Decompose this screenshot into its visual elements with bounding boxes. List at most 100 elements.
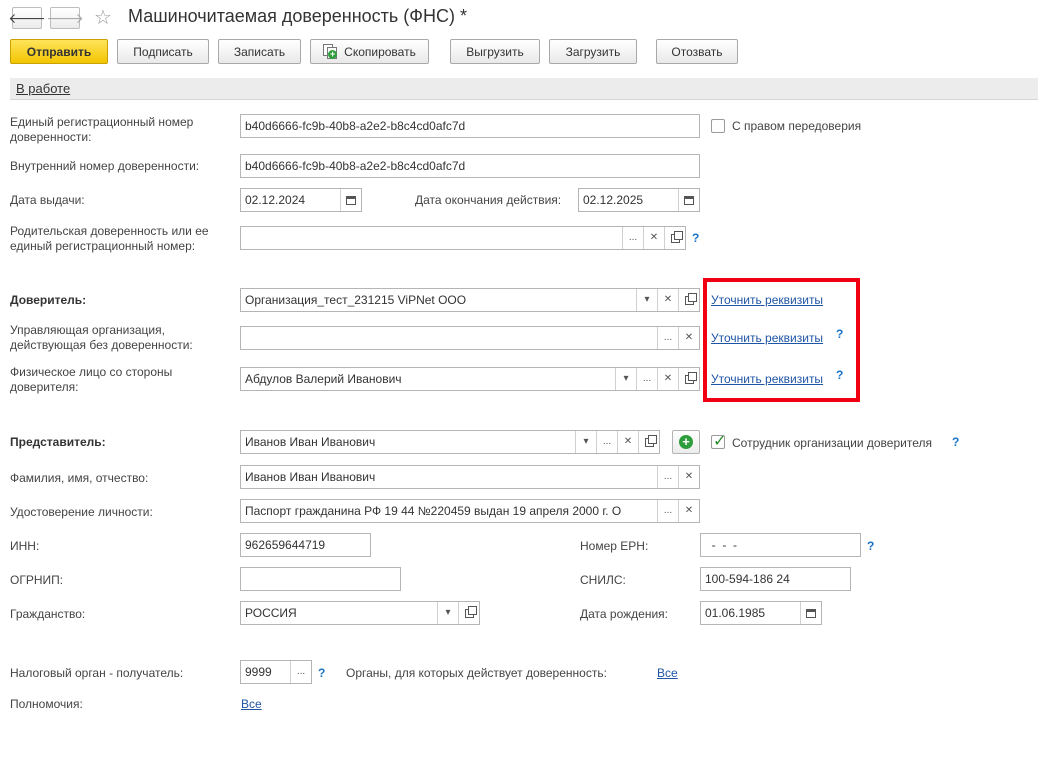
- copy-button[interactable]: + Скопировать: [310, 39, 429, 64]
- dropdown-button[interactable]: ▾: [575, 431, 596, 453]
- clear-icon: ✕: [684, 471, 694, 482]
- clear-button[interactable]: ✕: [657, 289, 678, 311]
- ern-field[interactable]: - - -: [700, 533, 861, 557]
- status-link[interactable]: В работе: [16, 81, 70, 96]
- managing-org-field[interactable]: ... ✕: [240, 326, 700, 350]
- import-button[interactable]: Загрузить: [549, 39, 637, 64]
- open-icon: [670, 230, 683, 243]
- clear-icon: ✕: [623, 436, 633, 447]
- dropdown-button[interactable]: ▾: [636, 289, 657, 311]
- calendar-button[interactable]: [340, 189, 361, 211]
- birth-date-field[interactable]: 01.06.1985: [700, 601, 822, 625]
- forward-arrow-icon: 🡒: [46, 9, 84, 26]
- issue-date-field[interactable]: 02.12.2024: [240, 188, 362, 212]
- inn-value: 962659644719: [245, 538, 326, 552]
- dropdown-button[interactable]: ▾: [437, 602, 458, 624]
- import-button-label: Загрузить: [565, 44, 621, 59]
- powers-link[interactable]: Все: [241, 697, 262, 711]
- revoke-button[interactable]: Отозвать: [656, 39, 738, 64]
- representative-field[interactable]: Иванов Иван Иванович ▾ ... ✕: [240, 430, 660, 454]
- redelegation-label: С правом передоверия: [732, 119, 862, 133]
- back-button[interactable]: 🡐: [8, 7, 46, 29]
- add-representative-button[interactable]: +: [672, 430, 700, 454]
- select-button[interactable]: ...: [596, 431, 617, 453]
- authorities-link[interactable]: Все: [657, 666, 678, 680]
- clear-button[interactable]: ✕: [657, 368, 678, 390]
- parent-field[interactable]: ... ✕: [240, 226, 686, 250]
- ogrnip-field[interactable]: [240, 567, 401, 591]
- calendar-button[interactable]: [800, 602, 821, 624]
- clear-icon: ✕: [663, 294, 673, 305]
- select-icon: ...: [642, 373, 652, 384]
- principal-label: Доверитель:: [10, 293, 87, 307]
- reg-number-field[interactable]: b40d6666-fc9b-40b8-a2e2-b8c4cd0afc7d: [240, 114, 700, 138]
- help-icon[interactable]: ?: [692, 231, 699, 245]
- help-icon[interactable]: ?: [952, 435, 959, 449]
- clear-button[interactable]: ✕: [617, 431, 638, 453]
- export-button[interactable]: Выгрузить: [450, 39, 540, 64]
- snils-value: 100-594-186 24: [705, 572, 790, 586]
- tax-authority-field[interactable]: 9999 ...: [240, 660, 312, 684]
- fio-label: Фамилия, имя, отчество:: [10, 471, 149, 485]
- fio-field[interactable]: Иванов Иван Иванович ... ✕: [240, 465, 700, 489]
- internal-number-field[interactable]: b40d6666-fc9b-40b8-a2e2-b8c4cd0afc7d: [240, 154, 700, 178]
- principal-field[interactable]: Организация_тест_231215 ViPNet ООО ▾ ✕: [240, 288, 700, 312]
- help-icon[interactable]: ?: [318, 666, 325, 680]
- snils-label: СНИЛС:: [580, 573, 626, 587]
- select-button[interactable]: ...: [657, 466, 678, 488]
- select-button[interactable]: ...: [657, 327, 678, 349]
- send-button[interactable]: Отправить: [10, 39, 108, 64]
- clear-button[interactable]: ✕: [678, 327, 699, 349]
- select-icon: ...: [602, 436, 612, 447]
- reg-number-value: b40d6666-fc9b-40b8-a2e2-b8c4cd0afc7d: [245, 119, 466, 133]
- select-icon: ...: [296, 666, 306, 677]
- open-icon: [464, 605, 477, 618]
- open-button[interactable]: [678, 368, 699, 390]
- clear-icon: ✕: [663, 373, 673, 384]
- individual-field[interactable]: Абдулов Валерий Иванович ▾ ... ✕: [240, 367, 700, 391]
- internal-number-value: b40d6666-fc9b-40b8-a2e2-b8c4cd0afc7d: [245, 159, 466, 173]
- select-button[interactable]: ...: [657, 500, 678, 522]
- highlight-box: [703, 278, 860, 402]
- snils-field[interactable]: 100-594-186 24: [700, 567, 851, 591]
- select-button[interactable]: ...: [290, 661, 311, 683]
- clear-button[interactable]: ✕: [678, 500, 699, 522]
- status-bar: В работе: [10, 78, 1038, 100]
- clear-button[interactable]: ✕: [678, 466, 699, 488]
- citizenship-field[interactable]: РОССИЯ ▾: [240, 601, 480, 625]
- save-button[interactable]: Записать: [218, 39, 301, 64]
- powers-label: Полномочия:: [10, 697, 83, 711]
- expiry-date-field[interactable]: 02.12.2025: [578, 188, 700, 212]
- dropdown-icon: ▾: [644, 294, 650, 305]
- copy-button-label: Скопировать: [344, 44, 416, 59]
- open-button[interactable]: [678, 289, 699, 311]
- help-icon[interactable]: ?: [867, 539, 874, 553]
- internal-number-label: Внутренний номер доверенности:: [10, 159, 200, 173]
- redelegation-checkbox[interactable]: [711, 119, 725, 133]
- clear-button[interactable]: ✕: [643, 227, 664, 249]
- calendar-button[interactable]: [678, 189, 699, 211]
- employee-checkbox[interactable]: ✓: [711, 433, 726, 450]
- select-button[interactable]: ...: [636, 368, 657, 390]
- fio-value: Иванов Иван Иванович: [245, 470, 376, 484]
- page-title: Машиночитаемая доверенность (ФНС) *: [128, 6, 467, 26]
- authorities-label: Органы, для которых действует довереннос…: [346, 666, 607, 680]
- add-icon: +: [679, 435, 693, 449]
- sign-button[interactable]: Подписать: [117, 39, 209, 64]
- forward-button[interactable]: 🡒: [46, 7, 84, 29]
- back-arrow-icon: 🡐: [8, 9, 46, 26]
- open-button[interactable]: [638, 431, 659, 453]
- inn-field[interactable]: 962659644719: [240, 533, 371, 557]
- clear-icon: ✕: [684, 505, 694, 516]
- clear-icon: ✕: [649, 232, 659, 243]
- open-button[interactable]: [664, 227, 685, 249]
- open-button[interactable]: [458, 602, 479, 624]
- dropdown-button[interactable]: ▾: [615, 368, 636, 390]
- favorite-star-icon[interactable]: ☆: [94, 5, 112, 30]
- ern-label: Номер ЕРН:: [580, 539, 649, 553]
- select-icon: ...: [663, 505, 673, 516]
- select-button[interactable]: ...: [622, 227, 643, 249]
- ern-value: - - -: [705, 538, 737, 552]
- id-doc-field[interactable]: Паспорт гражданина РФ 19 44 №220459 выда…: [240, 499, 700, 523]
- sign-button-label: Подписать: [133, 44, 193, 59]
